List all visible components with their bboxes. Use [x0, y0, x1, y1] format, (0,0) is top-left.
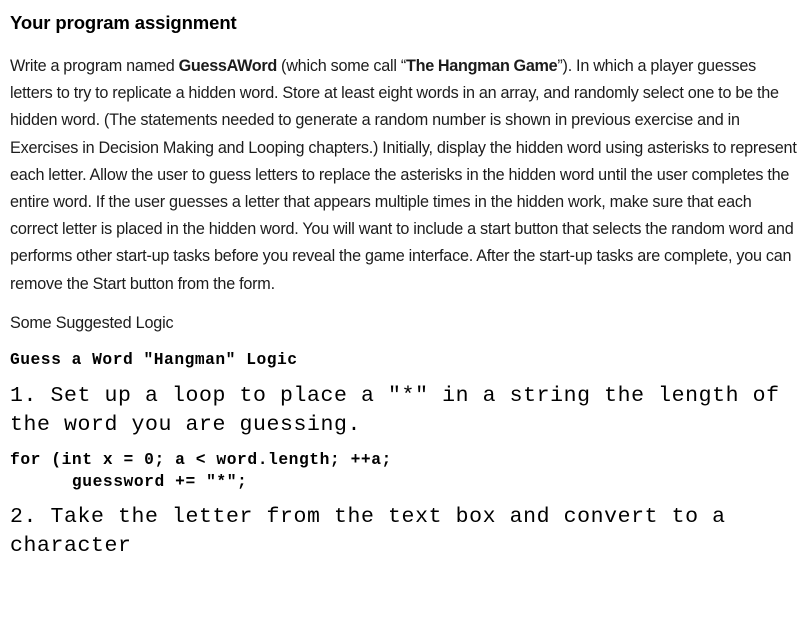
assignment-description-paragraph: Write a program named GuessAWord (which … [10, 53, 800, 298]
logic-step-2: 2. Take the letter from the text box and… [10, 504, 740, 558]
assignment-emphasis-1: GuessAWord [178, 57, 278, 75]
spacer-before-code-block [10, 440, 794, 449]
assignment-text-2: (which some call “ [276, 57, 407, 75]
assignment-emphasis-3: The Hangman Game [406, 57, 558, 75]
page-title: Your program assignment [10, 12, 237, 33]
document-content-column: Your program assignment Write a program … [0, 0, 802, 561]
spacer-after-paragraph [10, 298, 794, 311]
document-page: Your program assignment Write a program … [0, 0, 802, 640]
assignment-text-4: ”). In which a player guesses letters to… [10, 57, 797, 293]
spacer-before-step-2 [10, 493, 794, 503]
suggested-logic-label: Some Suggested Logic [10, 313, 174, 332]
spacer-before-logic-title [10, 335, 794, 349]
logic-step-1: 1. Set up a loop to place a "*" in a str… [10, 383, 794, 437]
assignment-text-0: Write a program named [10, 57, 179, 75]
logic-title: Guess a Word "Hangman" Logic [10, 349, 298, 369]
code-block-loop: for (int x = 0; a < word.length; ++a; gu… [10, 449, 392, 491]
spacer-after-title [10, 35, 794, 53]
spacer-before-step-1 [10, 370, 794, 382]
